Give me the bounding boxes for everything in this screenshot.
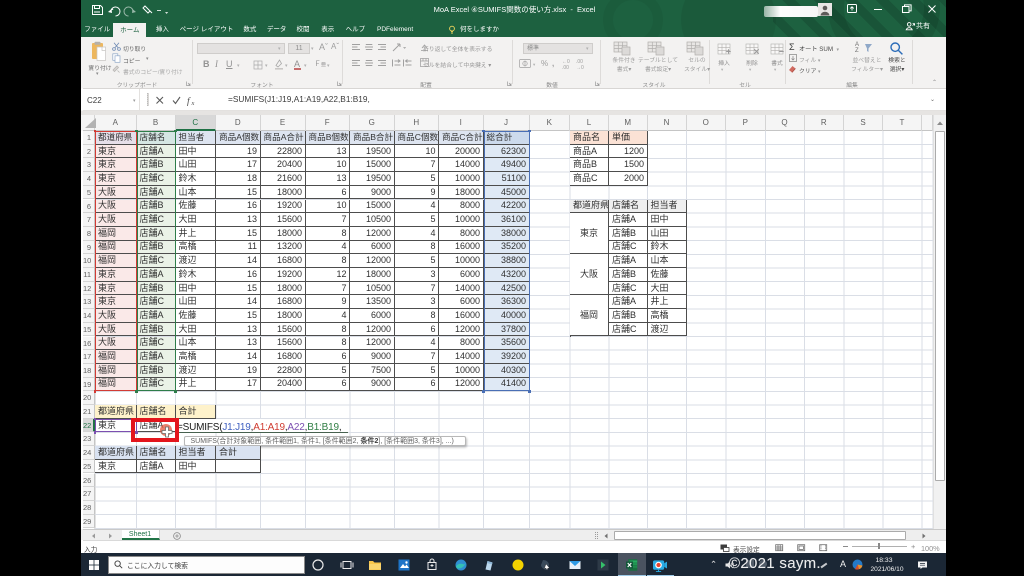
svg-text:f: f <box>187 96 191 106</box>
svg-text:x: x <box>191 100 195 106</box>
